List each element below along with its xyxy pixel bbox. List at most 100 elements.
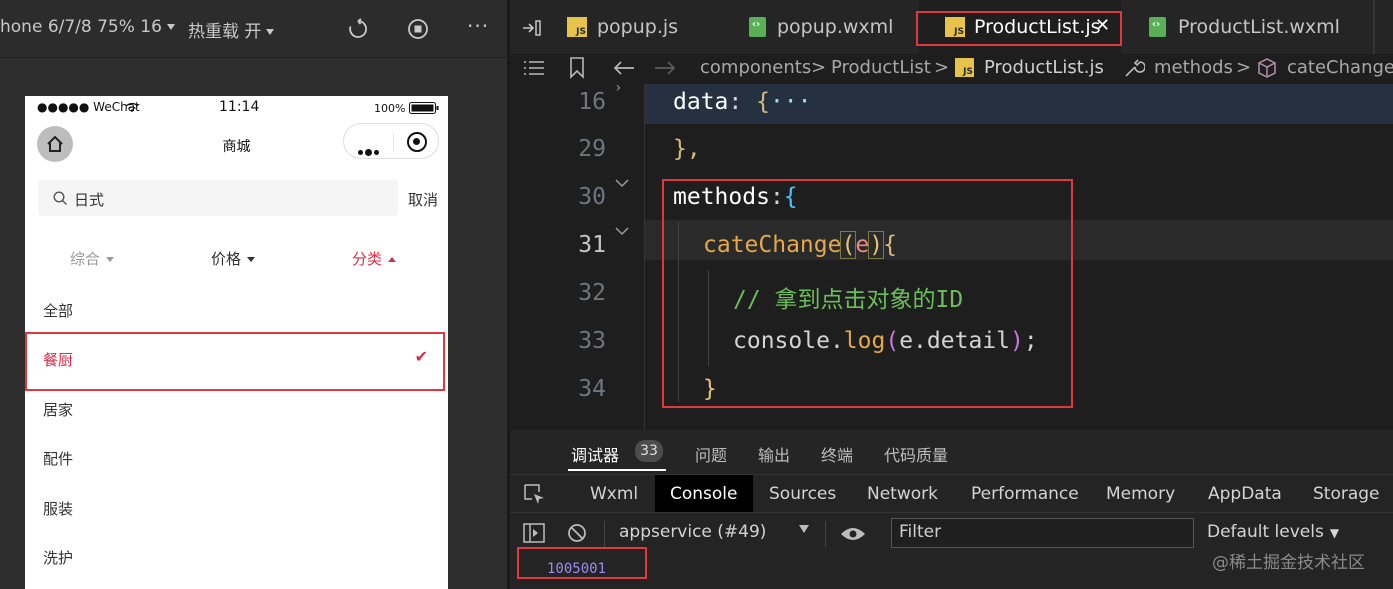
category-item[interactable]: 服装	[25, 483, 448, 532]
sort-category[interactable]: 分类	[352, 248, 397, 269]
code-line-32: // 拿到点击对象的ID	[733, 287, 964, 313]
rotate-icon[interactable]	[347, 18, 369, 40]
inspect-element-icon[interactable]	[524, 484, 546, 506]
log-levels-label: Default levels	[1207, 522, 1324, 542]
breadcrumb-item[interactable]: components	[700, 57, 811, 78]
tab-label: popup.wxml	[777, 16, 894, 38]
context-select[interactable]: appservice (#49)	[619, 522, 766, 542]
sidebar-toggle-icon[interactable]	[523, 523, 545, 543]
line-number: 33	[578, 328, 606, 354]
device-label: hone 6/7/8 75% 16	[0, 17, 162, 37]
sort-price[interactable]: 价格	[211, 248, 256, 269]
breadcrumb: components > ProductList > ProductList.j…	[510, 54, 1393, 84]
tab-productlist-wxml[interactable]: ProductList.wxml	[1127, 0, 1367, 54]
chevron-down-icon[interactable]	[615, 226, 629, 236]
list-icon[interactable]	[523, 59, 545, 77]
line-number: 32	[578, 280, 606, 306]
clear-console-icon[interactable]	[567, 523, 587, 543]
wrench-icon	[1125, 59, 1145, 77]
tab-terminal[interactable]: 终端	[821, 442, 853, 466]
filter-input[interactable]: Filter	[891, 518, 1194, 548]
wifi-icon	[125, 102, 139, 112]
search-input[interactable]: 日式	[38, 180, 398, 216]
breadcrumb-item[interactable]: ProductList.js	[984, 57, 1104, 78]
menu-capsule	[343, 123, 439, 159]
tab-console[interactable]: Console	[670, 484, 738, 504]
close-icon[interactable]: ✕	[1095, 15, 1110, 36]
code-line-33: console.log(e.detail);	[733, 328, 1038, 354]
category-item[interactable]: 全部	[25, 285, 448, 334]
line-number: 34	[578, 376, 606, 402]
check-icon: ✔	[414, 347, 428, 366]
log-levels-select[interactable]: Default levels ▼	[1207, 522, 1339, 542]
breadcrumb-item[interactable]: ProductList	[831, 57, 931, 78]
tab-popup-js[interactable]: popup.js	[548, 0, 726, 54]
more-icon[interactable]: ···	[467, 14, 489, 38]
tab-appdata[interactable]: AppData	[1208, 484, 1282, 504]
close-mini-program-icon[interactable]	[407, 132, 427, 152]
code-line-34: }	[703, 376, 717, 402]
code-area[interactable]: 16 › data: {··· 29 }, 30 methods:{ 31 ca…	[510, 80, 1393, 430]
caret-up-icon	[388, 257, 397, 262]
tab-wxml[interactable]: Wxml	[590, 484, 638, 504]
tab-storage[interactable]: Storage	[1313, 484, 1380, 504]
method-cube-icon	[1258, 58, 1276, 78]
context-dropdown-icon[interactable]	[799, 525, 809, 533]
toggle-sidebar-icon[interactable]	[522, 19, 542, 37]
caret-down-icon: ▼	[1329, 526, 1340, 540]
battery-text: 100%	[374, 102, 406, 115]
tab-performance[interactable]: Performance	[971, 484, 1079, 504]
hot-reload-toggle[interactable]: 热重载 开	[188, 17, 275, 42]
eye-icon[interactable]	[840, 525, 866, 543]
devtools-panel-tabs: Wxml Console Sources Network Performance…	[510, 474, 1393, 513]
js-file-icon	[567, 17, 587, 37]
back-arrow-icon[interactable]	[613, 59, 635, 77]
code-line-29: },	[673, 136, 701, 162]
console-log-value[interactable]: 1005001	[547, 561, 606, 577]
cancel-button[interactable]: 取消	[408, 189, 438, 210]
code-line-31: cateChange(e){	[703, 231, 897, 259]
category-item[interactable]: 洗护	[25, 532, 448, 581]
tab-popup-wxml[interactable]: popup.wxml	[729, 0, 919, 54]
line-number: 16	[578, 89, 606, 115]
tab-label: ProductList.wxml	[1178, 16, 1340, 38]
tab-memory[interactable]: Memory	[1106, 484, 1175, 504]
tab-output[interactable]: 输出	[758, 442, 790, 466]
issue-count-badge: 33	[635, 440, 663, 462]
device-select[interactable]: hone 6/7/8 75% 16	[0, 17, 175, 37]
sort-comprehensive[interactable]: 综合	[70, 248, 115, 269]
wxml-file-icon	[1149, 17, 1166, 37]
breadcrumb-item[interactable]: cateChange	[1287, 57, 1393, 78]
more-dots-icon[interactable]	[358, 140, 381, 159]
chevron-down-icon[interactable]	[615, 178, 629, 188]
tab-problems[interactable]: 问题	[695, 442, 727, 466]
tab-code-quality[interactable]: 代码质量	[884, 442, 948, 466]
category-item[interactable]: 配件	[25, 433, 448, 482]
category-label: 洗护	[43, 549, 74, 567]
chevron-down-icon	[166, 24, 175, 30]
bookmark-icon[interactable]	[569, 57, 585, 79]
category-item[interactable]: 居家	[25, 384, 448, 433]
tab-debugger[interactable]: 调试器	[571, 442, 619, 466]
sort-label: 综合	[70, 250, 101, 268]
breadcrumb-item[interactable]: methods	[1154, 57, 1233, 78]
code-line-16: data: {···	[673, 89, 812, 115]
caret-down-icon	[106, 257, 115, 262]
category-item-selected[interactable]: 餐厨 ✔	[25, 334, 448, 383]
tab-sources[interactable]: Sources	[769, 484, 836, 504]
search-icon	[53, 191, 68, 206]
breadcrumb-separator: >	[934, 57, 950, 78]
chevron-right-icon[interactable]: ›	[614, 80, 622, 96]
simulator-toolbar: hone 6/7/8 75% 16 热重载 开 ···	[0, 0, 510, 58]
editor-tab-bar: popup.js popup.wxml ProductList.js ✕ Pro…	[510, 0, 1393, 54]
code-line-30: methods:{	[673, 184, 798, 210]
tab-network[interactable]: Network	[867, 484, 938, 504]
category-label: 配件	[43, 450, 74, 468]
tab-productlist-js[interactable]: ProductList.js ✕	[919, 0, 1121, 54]
stop-record-icon[interactable]	[407, 18, 429, 40]
category-label: 餐厨	[43, 351, 74, 369]
caret-down-icon	[247, 257, 256, 262]
tab-label: ProductList.js	[974, 16, 1101, 38]
line-number: 30	[578, 184, 606, 210]
forward-arrow-icon[interactable]	[654, 59, 676, 77]
